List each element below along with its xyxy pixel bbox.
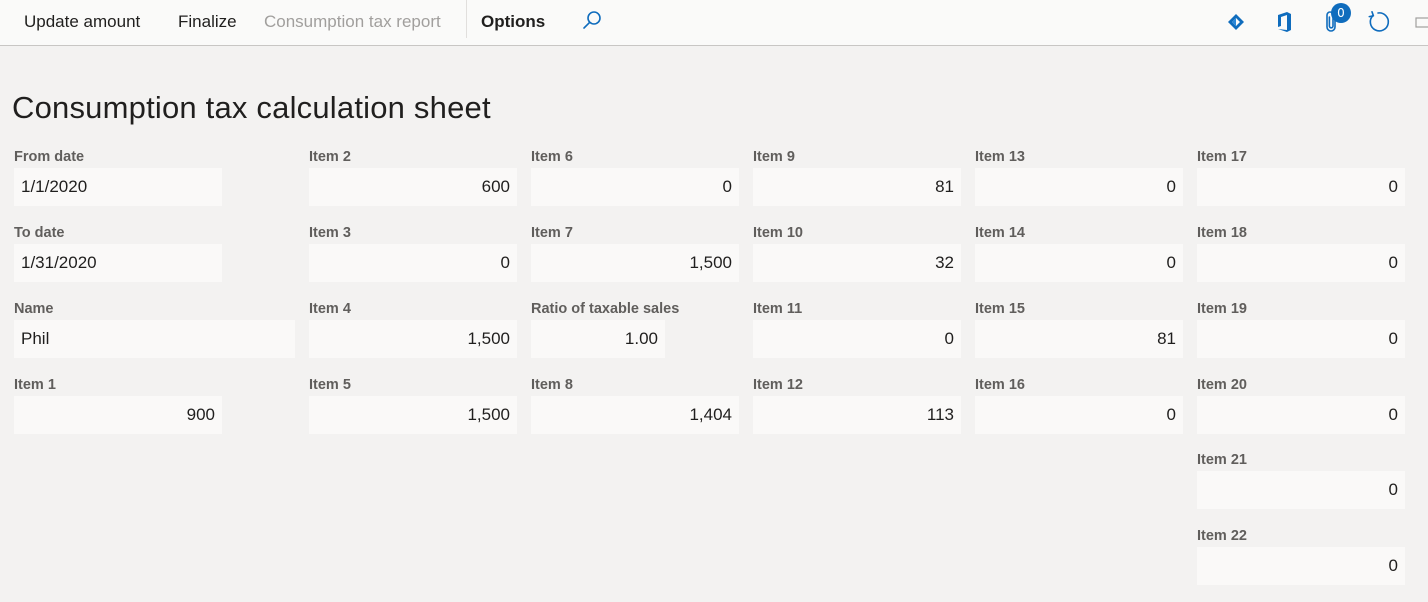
item-1-input[interactable]: 900	[14, 396, 222, 434]
ratio-of-taxable-sales-input[interactable]: 1.00	[531, 320, 665, 358]
item-14-label: Item 14	[975, 225, 1025, 241]
item-2-label: Item 2	[309, 149, 351, 165]
page-title: Consumption tax calculation sheet	[12, 90, 491, 125]
item-6-input[interactable]: 0	[531, 168, 739, 206]
item-16-label: Item 16	[975, 377, 1025, 393]
item-12-label: Item 12	[753, 377, 803, 393]
search-icon[interactable]	[578, 6, 606, 34]
item-11-input[interactable]: 0	[753, 320, 961, 358]
item-8-label: Item 8	[531, 377, 573, 393]
maximize-icon[interactable]	[1412, 8, 1428, 36]
attachment-count-badge: 0	[1331, 3, 1351, 23]
name-input[interactable]: Phil	[14, 320, 295, 358]
item-1-label: Item 1	[14, 377, 56, 393]
name-label: Name	[14, 301, 54, 317]
item-5-label: Item 5	[309, 377, 351, 393]
item-6-label: Item 6	[531, 149, 573, 165]
power-apps-icon[interactable]	[1222, 8, 1250, 36]
finalize-button[interactable]: Finalize	[178, 0, 237, 45]
office-icon[interactable]	[1270, 8, 1298, 36]
item-20-label: Item 20	[1197, 377, 1247, 393]
item-15-input[interactable]: 81	[975, 320, 1183, 358]
item-4-input[interactable]: 1,500	[309, 320, 517, 358]
ratio-of-taxable-sales-label: Ratio of taxable sales	[531, 301, 680, 317]
item-11-label: Item 11	[753, 301, 803, 317]
item-22-label: Item 22	[1197, 528, 1247, 544]
item-21-input[interactable]: 0	[1197, 471, 1405, 509]
to-date-label: To date	[14, 225, 65, 241]
toolbar-divider	[466, 0, 467, 38]
action-pane: Update amount Finalize Consumption tax r…	[0, 0, 1428, 46]
from-date-label: From date	[14, 149, 85, 165]
item-4-label: Item 4	[309, 301, 351, 317]
item-18-input[interactable]: 0	[1197, 244, 1405, 282]
item-15-label: Item 15	[975, 301, 1025, 317]
item-9-input[interactable]: 81	[753, 168, 961, 206]
to-date-input[interactable]: 1/31/2020	[14, 244, 222, 282]
item-13-input[interactable]: 0	[975, 168, 1183, 206]
item-3-label: Item 3	[309, 225, 351, 241]
item-22-input[interactable]: 0	[1197, 547, 1405, 585]
item-7-label: Item 7	[531, 225, 573, 241]
item-20-input[interactable]: 0	[1197, 396, 1405, 434]
item-17-input[interactable]: 0	[1197, 168, 1405, 206]
item-13-label: Item 13	[975, 149, 1025, 165]
item-10-input[interactable]: 32	[753, 244, 961, 282]
update-amount-button[interactable]: Update amount	[24, 0, 140, 45]
options-tab[interactable]: Options	[481, 0, 545, 45]
from-date-input[interactable]: 1/1/2020	[14, 168, 222, 206]
item-9-label: Item 9	[753, 149, 795, 165]
refresh-icon[interactable]	[1364, 8, 1392, 36]
item-21-label: Item 21	[1197, 452, 1247, 468]
item-19-input[interactable]: 0	[1197, 320, 1405, 358]
item-18-label: Item 18	[1197, 225, 1247, 241]
item-7-input[interactable]: 1,500	[531, 244, 739, 282]
item-17-label: Item 17	[1197, 149, 1247, 165]
item-3-input[interactable]: 0	[309, 244, 517, 282]
item-19-label: Item 19	[1197, 301, 1247, 317]
item-14-input[interactable]: 0	[975, 244, 1183, 282]
consumption-tax-report-button[interactable]: Consumption tax report	[264, 0, 441, 45]
item-2-input[interactable]: 600	[309, 168, 517, 206]
item-10-label: Item 10	[753, 225, 803, 241]
item-8-input[interactable]: 1,404	[531, 396, 739, 434]
item-16-input[interactable]: 0	[975, 396, 1183, 434]
item-5-input[interactable]: 1,500	[309, 396, 517, 434]
item-12-input[interactable]: 113	[753, 396, 961, 434]
